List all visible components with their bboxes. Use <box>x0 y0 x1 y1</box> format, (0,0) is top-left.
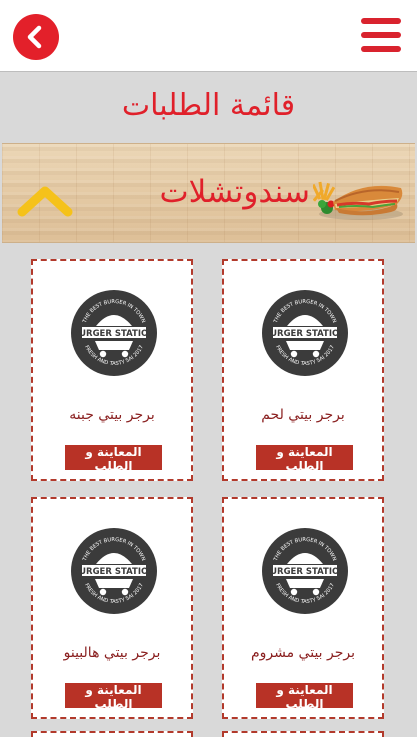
view-order-button[interactable]: المعاينة و الطلب <box>256 445 353 473</box>
product-name: برجر بيتي لحم <box>261 407 345 423</box>
svg-text:BURGER STATION: BURGER STATION <box>264 329 347 339</box>
category-banner[interactable]: سندوتشلات <box>2 143 415 243</box>
product-name: برجر بيتي جبنه <box>69 407 155 423</box>
burger-station-logo: THE BEST BURGER IN TOWN FRESH AND TASTY … <box>262 290 348 376</box>
menu-line <box>361 32 401 38</box>
product-card[interactable]: THE BEST BURGER IN TOWN FRESH AND TASTY … <box>31 259 193 481</box>
chevron-left-icon <box>27 25 42 49</box>
category-title: سندوتشلات <box>159 174 310 210</box>
collapse-button[interactable] <box>16 184 74 218</box>
product-name: برجر بيتي هالبينو <box>63 645 161 661</box>
menu-line <box>361 46 401 52</box>
svg-text:BURGER STATION: BURGER STATION <box>264 567 347 577</box>
menu-line <box>361 18 401 24</box>
product-card[interactable]: THE BEST BURGER IN TOWN FRESH AND TASTY … <box>31 497 193 719</box>
product-card-partial[interactable] <box>222 731 384 737</box>
svg-text:BURGER STATION: BURGER STATION <box>73 567 156 577</box>
burger-station-logo: THE BEST BURGER IN TOWN FRESH AND TASTY … <box>71 528 157 614</box>
view-order-button[interactable]: المعاينة و الطلب <box>65 445 162 473</box>
product-card[interactable]: THE BEST BURGER IN TOWN FRESH AND TASTY … <box>222 259 384 481</box>
product-name: برجر بيتي مشروم <box>250 645 356 661</box>
hamburger-menu-icon[interactable] <box>361 18 401 52</box>
product-card-partial[interactable] <box>31 731 193 737</box>
product-card[interactable]: THE BEST BURGER IN TOWN FRESH AND TASTY … <box>222 497 384 719</box>
app-header <box>0 0 417 72</box>
page-title: قائمة الطلبات <box>121 88 296 123</box>
sandwich-icon <box>313 181 403 220</box>
chevron-up-icon <box>17 186 73 217</box>
view-order-button[interactable]: المعاينة و الطلب <box>256 683 353 711</box>
view-order-button[interactable]: المعاينة و الطلب <box>65 683 162 711</box>
burger-station-logo: THE BEST BURGER IN TOWN FRESH AND TASTY … <box>262 528 348 614</box>
burger-station-logo: THE BEST BURGER IN TOWN FRESH AND TASTY … <box>71 290 157 376</box>
back-button[interactable] <box>13 14 59 60</box>
svg-text:BURGER STATION: BURGER STATION <box>73 329 156 339</box>
